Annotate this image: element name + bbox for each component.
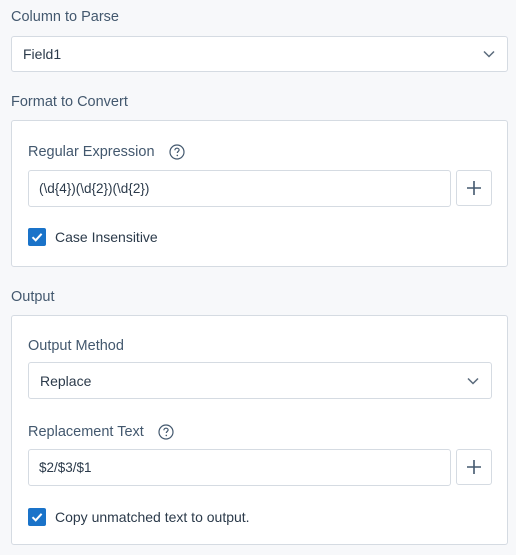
case-insensitive-row[interactable]: Case Insensitive (28, 228, 158, 246)
checkmark-icon (31, 513, 43, 522)
output-label: Output (11, 289, 55, 305)
add-regex-button[interactable] (456, 170, 492, 206)
copy-unmatched-row[interactable]: Copy unmatched text to output. (28, 508, 250, 526)
parse-config-panel: Column to Parse Field1 Format to Convert… (0, 0, 516, 555)
help-circle-icon[interactable] (168, 144, 185, 160)
replacement-text-label: Replacement Text (28, 424, 174, 440)
plus-icon (466, 459, 482, 475)
regular-expression-value: (\d{4})(\d{2})(\d{2}) (39, 181, 150, 196)
copy-unmatched-checkbox[interactable] (28, 508, 46, 526)
column-to-parse-select[interactable]: Field1 (11, 36, 508, 72)
chevron-down-icon (467, 377, 479, 385)
regular-expression-label-text: Regular Expression (28, 144, 155, 160)
case-insensitive-label: Case Insensitive (55, 229, 158, 245)
copy-unmatched-label: Copy unmatched text to output. (55, 509, 250, 525)
replacement-text-label-text: Replacement Text (28, 424, 144, 440)
checkmark-icon (31, 233, 43, 242)
plus-icon (466, 180, 482, 196)
output-method-value: Replace (40, 372, 92, 389)
replacement-text-input[interactable]: $2/$3/$1 (28, 449, 451, 486)
column-to-parse-label: Column to Parse (11, 9, 119, 25)
format-to-convert-panel: Regular Expression (\d{4})(\d{2})(\d{2})… (11, 120, 508, 267)
add-replacement-button[interactable] (456, 449, 492, 485)
regular-expression-label: Regular Expression (28, 144, 185, 160)
output-panel: Output Method Replace Replacement Text $… (11, 315, 508, 545)
output-method-select[interactable]: Replace (28, 362, 492, 399)
column-to-parse-value: Field1 (23, 46, 62, 62)
regular-expression-input[interactable]: (\d{4})(\d{2})(\d{2}) (28, 170, 451, 207)
format-to-convert-label: Format to Convert (11, 94, 128, 110)
chevron-down-icon (483, 50, 495, 58)
case-insensitive-checkbox[interactable] (28, 228, 46, 246)
replacement-text-value: $2/$3/$1 (39, 460, 92, 475)
output-method-label: Output Method (28, 338, 124, 354)
help-circle-icon[interactable] (158, 424, 174, 440)
